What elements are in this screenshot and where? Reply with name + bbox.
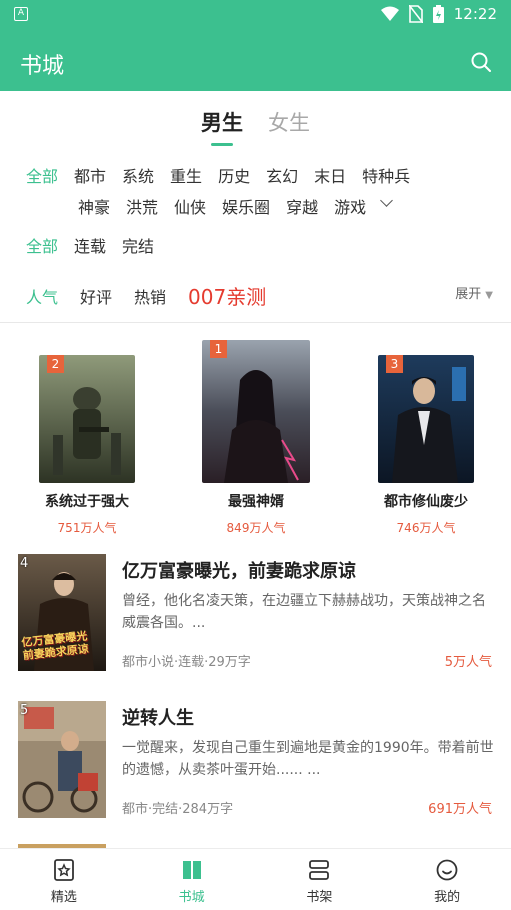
tab-male[interactable]: 男生 bbox=[201, 107, 243, 146]
top-book-card[interactable]: 2 系统过于强大 751万人气 bbox=[26, 355, 148, 536]
nav-label: 我的 bbox=[434, 890, 461, 905]
page-title: 书城 bbox=[20, 54, 65, 79]
rank-badge: 3 bbox=[386, 355, 403, 373]
nav-label: 书架 bbox=[306, 890, 333, 905]
book-cover-image bbox=[39, 355, 135, 483]
app-notification-icon: A bbox=[14, 7, 28, 21]
book-meta: 都市·完结·284万字 bbox=[122, 802, 234, 817]
sort-rating[interactable]: 好评 bbox=[80, 284, 112, 308]
category-item[interactable]: 神豪 bbox=[78, 194, 110, 218]
rank-number: 5 bbox=[20, 703, 29, 718]
sort-filter-row: 人气 好评 热销 007亲测 bbox=[26, 281, 266, 310]
caret-down-icon: ▼ bbox=[485, 290, 493, 301]
status-all[interactable]: 全部 bbox=[26, 233, 58, 257]
book-description: 曾经，他化名凌天策，在边疆立下赫赫战功，天策战神之名威震各国。... bbox=[122, 593, 486, 631]
book-popularity: 751万人气 bbox=[57, 521, 117, 535]
nav-profile[interactable]: 我的 bbox=[383, 849, 511, 910]
category-item[interactable]: 娱乐圈 bbox=[222, 194, 270, 218]
nav-label: 精选 bbox=[50, 890, 77, 905]
bookshelf-icon bbox=[309, 860, 330, 880]
category-item[interactable]: 仙侠 bbox=[174, 194, 206, 218]
book-cover: 1 bbox=[202, 340, 310, 483]
chevron-down-icon[interactable] bbox=[380, 194, 393, 207]
category-filter-row: 全部 都市 系统 重生 历史 玄幻 末日 特种兵 bbox=[26, 163, 426, 187]
book-title: 逆转人生 bbox=[122, 708, 194, 729]
status-completed[interactable]: 完结 bbox=[122, 233, 154, 257]
book-title: 亿万富豪曝光，前妻跪求原谅 bbox=[122, 561, 356, 582]
category-filter-row-2: 神豪 洪荒 仙侠 娱乐圈 穿越 游戏 bbox=[78, 194, 395, 218]
promo-text: 007亲测 bbox=[188, 285, 267, 309]
category-item[interactable]: 洪荒 bbox=[126, 194, 158, 218]
status-filter-row: 全部 连载 完结 bbox=[26, 233, 170, 257]
category-item[interactable]: 玄幻 bbox=[266, 163, 298, 187]
no-sim-icon bbox=[408, 5, 423, 23]
nav-featured[interactable]: 精选 bbox=[0, 849, 128, 910]
divider bbox=[0, 322, 511, 323]
featured-icon bbox=[53, 859, 74, 881]
book-title: 系统过于强大 bbox=[45, 494, 129, 510]
list-item[interactable]: 4 亿万富豪曝光 前妻跪求原谅 亿万富豪曝光，前妻跪求原谅 曾经，他化名凌天策，… bbox=[18, 554, 494, 672]
search-icon[interactable] bbox=[471, 52, 491, 72]
book-title: 最强神婿 bbox=[228, 494, 284, 510]
status-bar: A 12:22 bbox=[0, 0, 511, 30]
category-item[interactable]: 都市 bbox=[74, 163, 106, 187]
category-item[interactable]: 末日 bbox=[314, 163, 346, 187]
book-cover: 5 bbox=[18, 701, 106, 818]
nav-bookshelf[interactable]: 书架 bbox=[256, 849, 384, 910]
book-description: 一觉醒来，发现自己重生到遍地是黄金的1990年。带着前世的遗憾，从卖茶叶蛋开始.… bbox=[122, 740, 494, 778]
book-cover: 2 bbox=[39, 355, 135, 483]
book-popularity: 849万人气 bbox=[226, 521, 286, 535]
category-all[interactable]: 全部 bbox=[26, 163, 58, 187]
book-cover-image bbox=[202, 340, 310, 483]
book-cover: 4 亿万富豪曝光 前妻跪求原谅 bbox=[18, 554, 106, 671]
rank-badge: 1 bbox=[210, 340, 227, 358]
wifi-icon bbox=[380, 6, 399, 21]
sort-popularity[interactable]: 人气 bbox=[26, 284, 58, 308]
category-item[interactable]: 历史 bbox=[218, 163, 250, 187]
top-book-card[interactable]: 3 都市修仙废少 746万人气 bbox=[365, 355, 487, 536]
tab-female[interactable]: 女生 bbox=[268, 107, 310, 137]
top-book-card[interactable]: 1 最强神婿 849万人气 bbox=[195, 340, 317, 536]
category-item[interactable]: 重生 bbox=[170, 163, 202, 187]
book-cover-image bbox=[378, 355, 474, 483]
nav-bookstore[interactable]: 书城 bbox=[128, 849, 256, 910]
book-popularity: 746万人气 bbox=[396, 521, 456, 535]
book-popularity: 691万人气 bbox=[428, 802, 492, 817]
category-item[interactable]: 穿越 bbox=[286, 194, 318, 218]
smiley-icon bbox=[436, 859, 458, 881]
book-cover: 3 bbox=[378, 355, 474, 483]
bookstore-screen: A 12:22 书城 男生 女生 全部 都市 系统 重生 历史 玄幻 末日 特种… bbox=[0, 0, 511, 910]
book-meta: 都市小说·连载·29万字 bbox=[122, 655, 251, 670]
rank-badge: 2 bbox=[47, 355, 64, 373]
rank-number: 4 bbox=[20, 556, 29, 571]
status-time: 12:22 bbox=[453, 5, 497, 23]
category-item[interactable]: 特种兵 bbox=[362, 163, 410, 187]
bookstore-icon bbox=[182, 861, 201, 879]
battery-icon bbox=[432, 5, 444, 23]
bottom-nav: 精选 书城 书架 我的 bbox=[0, 848, 511, 910]
expand-button[interactable]: 展开 ▼ bbox=[455, 283, 493, 302]
gender-tabs: 男生 女生 bbox=[0, 107, 511, 146]
category-item[interactable]: 系统 bbox=[122, 163, 154, 187]
list-item[interactable]: 5 逆转人生 一觉醒来，发现自己重生到遍地是黄金的1990年。带着前世的遗憾，从… bbox=[18, 701, 494, 819]
book-cover-image bbox=[18, 701, 106, 818]
category-item[interactable]: 游戏 bbox=[334, 194, 366, 218]
book-title: 都市修仙废少 bbox=[384, 494, 468, 510]
sort-sales[interactable]: 热销 bbox=[134, 284, 166, 308]
app-header: 书城 bbox=[0, 30, 511, 91]
expand-label: 展开 bbox=[455, 287, 482, 302]
status-ongoing[interactable]: 连载 bbox=[74, 233, 106, 257]
book-popularity: 5万人气 bbox=[444, 655, 492, 670]
nav-label: 书城 bbox=[178, 890, 205, 905]
